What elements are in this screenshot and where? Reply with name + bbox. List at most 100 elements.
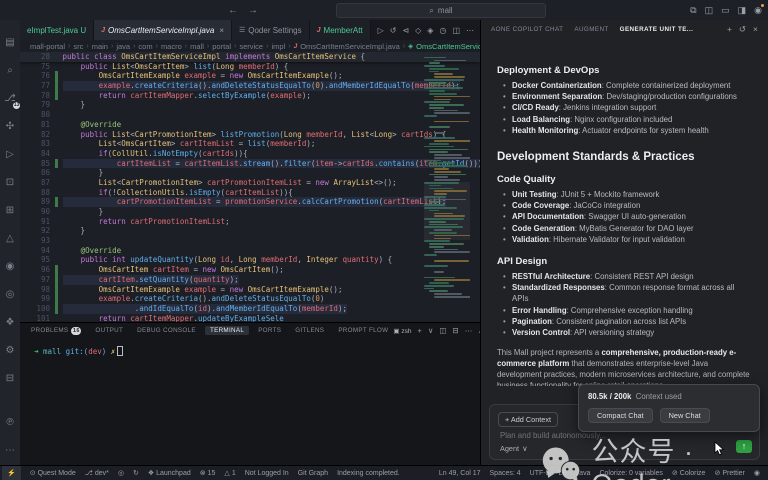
activity-item-source-control[interactable]: ⎇ 13 — [0, 84, 20, 112]
breadcrumb-file[interactable]: OmsCartItemServiceImpl.java — [300, 42, 400, 51]
activity-item-run-debug[interactable]: ▷ — [0, 140, 20, 168]
status-colorize-count[interactable]: Colorize: 0 variables — [599, 466, 662, 480]
status-problems-warnings[interactable]: △ 1 — [224, 466, 235, 480]
breadcrumb-item[interactable]: java — [116, 42, 130, 51]
compact-chat-button[interactable]: Compact Chat — [588, 408, 653, 423]
terminal-more-icon[interactable]: ⋯ — [465, 326, 473, 335]
status-branch-visibility[interactable]: ◎ — [118, 466, 124, 480]
terminal-output[interactable]: ➜ mall git:(dev) ✗ — [20, 338, 480, 356]
git-gutter — [55, 130, 58, 140]
activity-item-run-task[interactable]: ◉ — [0, 252, 20, 280]
more-actions-icon[interactable]: ⋯ — [466, 26, 474, 35]
activity-item-more[interactable]: ⋯ — [0, 436, 20, 464]
breadcrumb-item[interactable]: main — [92, 42, 108, 51]
add-context-button[interactable]: + Add Context — [498, 412, 559, 427]
status-git-graph[interactable]: Git Graph — [298, 466, 328, 480]
split-editor-icon[interactable]: ◫ — [705, 5, 714, 16]
git-gutter — [55, 168, 58, 178]
status-indexing-status[interactable]: Indexing completed. — [337, 466, 400, 480]
chat-tab-generate-unit-te[interactable]: GENERATE UNIT TE... — [620, 26, 694, 33]
activity-item-testing[interactable]: △ — [0, 224, 20, 252]
shell-selector[interactable]: ▣ zsh — [393, 327, 411, 335]
customize-layout-icon[interactable]: ⧉ — [690, 5, 696, 16]
bullet-dot: • — [503, 81, 506, 90]
split-editor-icon[interactable]: ◫ — [452, 26, 460, 35]
recent-icon[interactable]: ◷ — [439, 26, 446, 35]
activity-item-prompt-flow[interactable]: ℗ — [0, 408, 20, 436]
toggle-secondary-sidebar-icon[interactable]: ◨ — [738, 5, 747, 16]
tab-qoder-settings[interactable]: ☰ Qoder Settings — [231, 20, 310, 40]
chat-history-icon[interactable]: ↺ — [739, 24, 746, 35]
activity-item-settings-gear[interactable]: ⚙ — [0, 336, 20, 364]
breadcrumb-item[interactable]: portal — [212, 42, 231, 51]
panel-tab-prompt-flow[interactable]: PROMPT FLOW — [333, 326, 393, 335]
chat-tab-aone-copilot-chat[interactable]: AONE COPILOT CHAT — [491, 26, 563, 33]
status-launchpad[interactable]: ❖ Launchpad — [148, 466, 191, 480]
breakpoint-active-icon[interactable]: ◈ — [427, 26, 433, 35]
panel-tab-output[interactable]: OUTPUT — [90, 326, 128, 335]
panel-tab-gitlens[interactable]: GITLENS — [290, 326, 329, 335]
panel-tab-debug-console[interactable]: DEBUG CONSOLE — [132, 326, 201, 335]
activity-item-remote-explorer[interactable]: ⊡ — [0, 168, 20, 196]
activity-item-extensions[interactable]: ⊞ — [0, 196, 20, 224]
toggle-panel-icon[interactable]: ▭ — [721, 5, 730, 16]
kill-terminal-icon[interactable]: ⊟ — [452, 326, 458, 335]
terminal-dropdown-icon[interactable]: ∨ — [428, 326, 434, 335]
breadcrumb-item[interactable]: src — [73, 42, 83, 51]
send-button[interactable]: ↑ — [736, 440, 752, 453]
code-editor[interactable]: 28 public class OmsCartItemServiceImpl im… — [20, 52, 480, 322]
close-icon[interactable]: × — [219, 26, 224, 35]
status-remote-indicator[interactable]: ⚡ — [2, 466, 21, 480]
command-center-search[interactable]: ⌕ mall — [336, 3, 546, 18]
run-button[interactable]: ▷ — [378, 26, 384, 35]
status-sync-changes[interactable]: ↻ — [133, 466, 139, 480]
status-eol[interactable]: LF — [559, 466, 567, 480]
minimap[interactable] — [424, 54, 470, 322]
activity-item-explorer[interactable]: ▤ — [0, 28, 20, 56]
chat-tab-augment[interactable]: AUGMENT — [574, 26, 608, 33]
status-login-status[interactable]: Not Logged In — [245, 466, 289, 480]
line-number: 76 — [40, 71, 50, 81]
forward-icon[interactable]: → — [248, 5, 258, 16]
panel-tab-problems[interactable]: PROBLEMS 16 — [26, 326, 86, 336]
back-icon[interactable]: ← — [228, 5, 238, 16]
status-quest-mode[interactable]: ⊙ Quest Mode — [30, 466, 76, 480]
panel-tab-ports[interactable]: PORTS — [253, 326, 286, 335]
split-terminal-icon[interactable]: ◫ — [439, 326, 446, 335]
breadcrumb-item[interactable]: com — [138, 42, 152, 51]
status-colorize-toggle[interactable]: ⊘ Colorize — [672, 466, 706, 480]
status-notifications-bell[interactable]: ◉ — [754, 466, 760, 480]
chat-input-placeholder[interactable]: Plan and build autonomously... — [500, 431, 606, 440]
breadcrumb-item[interactable]: impl — [271, 42, 285, 51]
breadcrumb-item[interactable]: macro — [161, 42, 182, 51]
status-language-mode[interactable]: Java — [576, 466, 591, 480]
agent-mode-dropdown[interactable]: Agent ∨ — [500, 444, 527, 453]
status-cursor-position[interactable]: Ln 49, Col 17 — [439, 466, 481, 480]
new-terminal-icon[interactable]: + — [417, 326, 421, 335]
status-prettier[interactable]: ⊘ Prettier — [714, 466, 744, 480]
breakpoint-icon[interactable]: ◇ — [415, 26, 421, 35]
new-chat-icon[interactable]: + — [727, 24, 732, 35]
status-problems-errors[interactable]: ⊗ 15 — [200, 466, 216, 480]
breadcrumb-item[interactable]: service — [239, 42, 263, 51]
breadcrumb-item[interactable]: mall — [190, 42, 204, 51]
status-git-branch[interactable]: ⎇ dev* — [85, 466, 109, 480]
timeline-icon[interactable]: ↺ — [390, 26, 397, 35]
activity-item-search[interactable]: ⌕ — [0, 56, 20, 84]
status-encoding[interactable]: UTF-8 — [530, 466, 550, 480]
status-indentation[interactable]: Spaces: 4 — [490, 466, 521, 480]
activity-item-settings-sync[interactable]: ✣ — [0, 112, 20, 140]
new-chat-button[interactable]: New Chat — [659, 408, 710, 423]
tab-eimpltest-java[interactable]: eImplTest.java U — [20, 20, 95, 40]
activity-item-notebooks[interactable]: ◎ — [0, 280, 20, 308]
nav-back-icon[interactable]: ⊲ — [402, 26, 409, 35]
activity-item-dependencies[interactable]: ❖ — [0, 308, 20, 336]
activity-item-project-manager[interactable]: ⊟ — [0, 364, 20, 392]
account-icon[interactable]: ◉ — [754, 3, 764, 16]
tab-omscartitemserviceimpl-java[interactable]: J OmsCartItemServiceImpl.java × — [94, 20, 232, 40]
close-chat-icon[interactable]: × — [753, 24, 758, 35]
panel-tab-terminal[interactable]: TERMINAL — [204, 326, 250, 335]
tab-memberatt[interactable]: J MemberAtt — [309, 20, 371, 40]
breadcrumb-item[interactable]: mall-portal — [30, 42, 65, 51]
breadcrumb-symbol[interactable]: OmsCartItemServic — [416, 42, 480, 51]
